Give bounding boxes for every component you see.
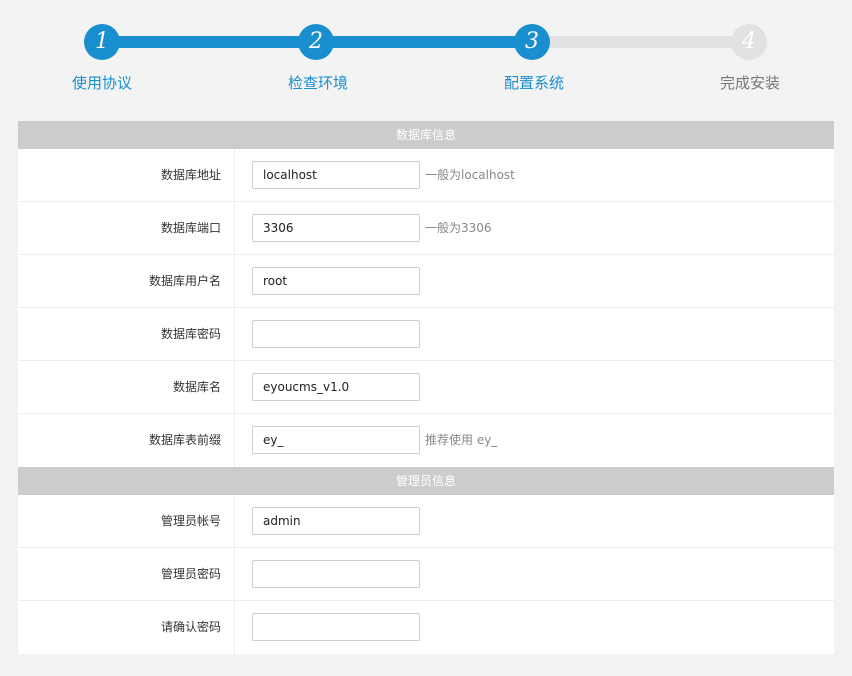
- db-prefix-row: 数据库表前缀 推荐使用 ey_: [18, 414, 834, 467]
- db-name-row: 数据库名: [18, 361, 834, 414]
- db-prefix-input[interactable]: [252, 426, 420, 454]
- admin-confirm-label: 请确认密码: [18, 601, 235, 654]
- admin-account-input[interactable]: [252, 507, 420, 535]
- step-2-label: 检查环境: [287, 74, 348, 92]
- config-form: 数据库信息 数据库地址 一般为localhost 数据库端口 一般为3306 数…: [18, 121, 834, 654]
- db-port-row: 数据库端口 一般为3306: [18, 202, 834, 255]
- step-3-label: 配置系统: [503, 74, 564, 92]
- step-4-circle: 4: [731, 24, 767, 60]
- step-2-circle: 2: [298, 24, 334, 60]
- admin-confirm-row: 请确认密码: [18, 601, 834, 654]
- db-user-row: 数据库用户名: [18, 255, 834, 308]
- db-host-hint: 一般为localhost: [425, 168, 515, 182]
- admin-account-label: 管理员帐号: [18, 495, 235, 547]
- db-port-hint: 一般为3306: [425, 221, 492, 235]
- admin-confirm-input[interactable]: [252, 613, 420, 641]
- step-1-label: 使用协议: [71, 74, 132, 92]
- admin-password-row: 管理员密码: [18, 548, 834, 601]
- db-host-label: 数据库地址: [18, 149, 235, 201]
- admin-password-input[interactable]: [252, 560, 420, 588]
- db-user-label: 数据库用户名: [18, 255, 235, 307]
- db-host-row: 数据库地址 一般为localhost: [18, 149, 834, 202]
- admin-password-label: 管理员密码: [18, 548, 235, 600]
- database-section-header: 数据库信息: [18, 121, 834, 149]
- db-port-input[interactable]: [252, 214, 420, 242]
- admin-section-header: 管理员信息: [18, 467, 834, 495]
- db-prefix-hint: 推荐使用 ey_: [425, 433, 498, 447]
- db-password-label: 数据库密码: [18, 308, 235, 360]
- step-4-label: 完成安装: [719, 74, 780, 92]
- db-password-row: 数据库密码: [18, 308, 834, 361]
- db-name-input[interactable]: [252, 373, 420, 401]
- db-host-input[interactable]: [252, 161, 420, 189]
- db-user-input[interactable]: [252, 267, 420, 295]
- admin-account-row: 管理员帐号: [18, 495, 834, 548]
- db-prefix-label: 数据库表前缀: [18, 414, 235, 467]
- step-1-circle: 1: [84, 24, 120, 60]
- db-password-input[interactable]: [252, 320, 420, 348]
- db-name-label: 数据库名: [18, 361, 235, 413]
- install-progress-stepper: 1 2 3 4 使用协议 检查环境 配置系统 完成安装: [0, 0, 852, 110]
- progress-track-remaining: [532, 36, 749, 48]
- db-port-label: 数据库端口: [18, 202, 235, 254]
- step-3-circle: 3: [514, 24, 550, 60]
